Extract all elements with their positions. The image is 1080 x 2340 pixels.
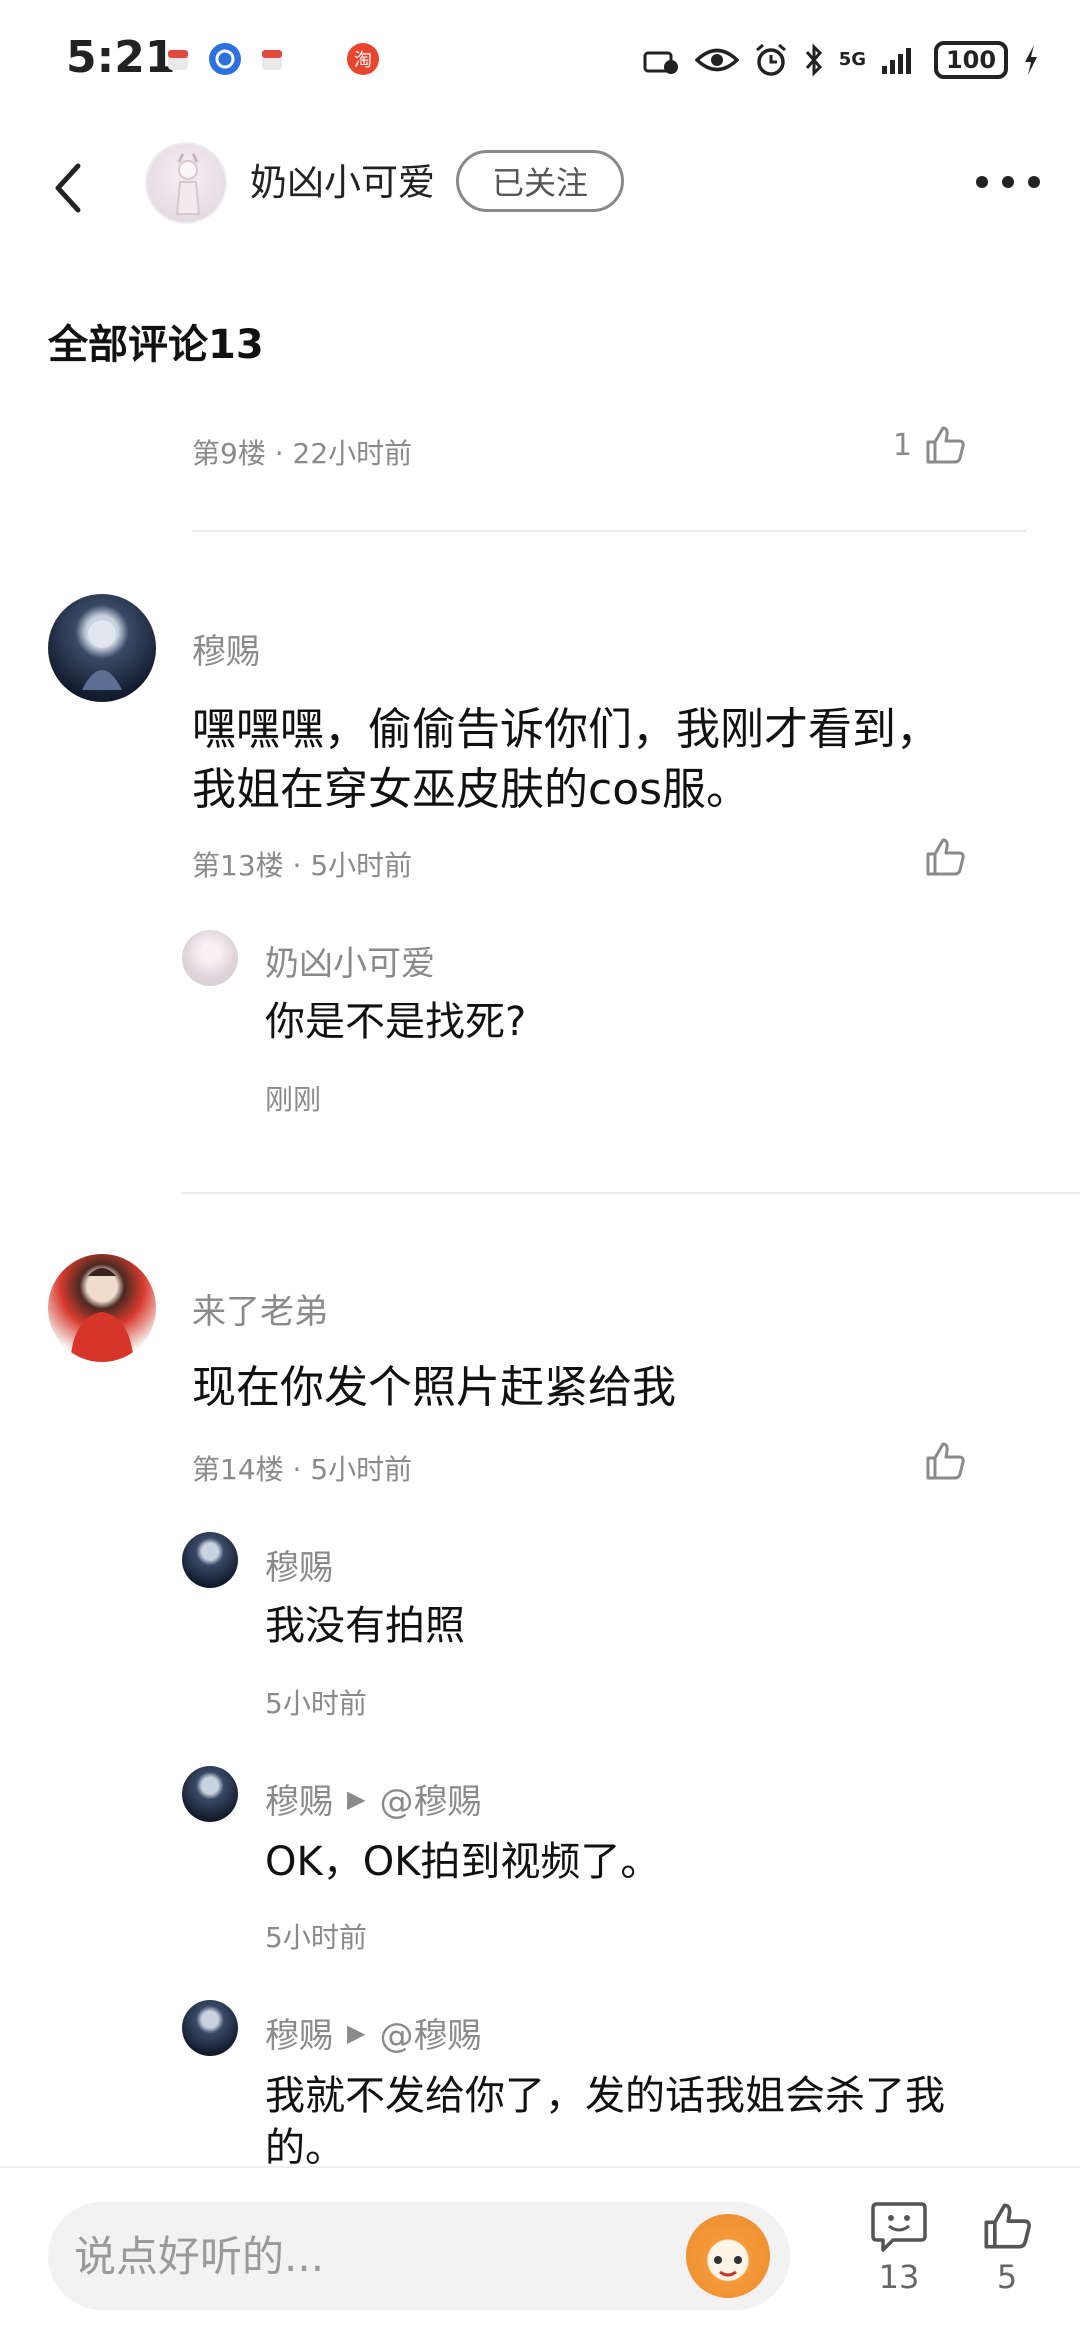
status-bar: 5:21 淘 5G 100 — [0, 0, 1080, 120]
reply-avatar[interactable] — [182, 2000, 238, 2056]
thumbs-up-icon — [984, 2203, 1031, 2249]
bottom-bar: 13 5 — [0, 2166, 1080, 2340]
comment-content: 现在你发个照片赶紧给我 — [192, 1362, 676, 1413]
author-avatar[interactable] — [145, 142, 227, 224]
comments-section-title: 全部评论13 — [48, 322, 264, 368]
commenter-name[interactable]: 来了老弟 — [192, 1284, 328, 1333]
thumbs-up-icon — [926, 426, 965, 464]
reply-name[interactable]: 穆赐 — [265, 1540, 333, 1589]
reply-to-arrow-icon: ▶ — [347, 2018, 366, 2047]
svg-text:淘: 淘 — [354, 50, 372, 71]
reply-to-arrow-icon: ▶ — [347, 1784, 366, 1813]
comment-input-box[interactable] — [48, 2202, 790, 2310]
back-arrow-icon[interactable] — [44, 158, 94, 218]
reply-header: 穆赐 ▶ @穆赐 — [265, 2008, 481, 2057]
eye-icon — [694, 48, 739, 72]
reply-avatar[interactable] — [182, 1532, 238, 1588]
reply-content: OK，OK拍到视频了。 — [265, 1839, 661, 1885]
comment-like-button[interactable] — [922, 1438, 968, 1484]
commenter-avatar[interactable] — [48, 1254, 156, 1362]
comment-divider — [182, 1192, 1080, 1194]
bluetooth-icon — [805, 43, 822, 77]
vpn-icon — [643, 51, 678, 74]
comment-meta: 第9楼 · 22小时前 — [192, 437, 413, 470]
comment-count-button[interactable]: 13 — [864, 2198, 934, 2296]
reply-to-user[interactable]: @穆赐 — [379, 1774, 481, 1823]
reply-name[interactable]: 穆赐 — [265, 2008, 333, 2057]
top-header: 奶凶小可爱 已关注 — [0, 130, 1080, 240]
network-type: 5G — [838, 49, 866, 70]
thumbs-up-icon — [926, 1442, 965, 1480]
reply-name[interactable]: 奶凶小可爱 — [265, 936, 435, 985]
post-like-button[interactable]: 5 — [972, 2198, 1042, 2296]
thumbs-up-icon — [926, 838, 965, 876]
comment-count: 13 — [878, 2258, 920, 2296]
emoji-sticker-icon[interactable] — [686, 2214, 770, 2298]
reply-time: 刚刚 — [265, 1083, 322, 1116]
reply-content: 我就不发给你了，发的话我姐会杀了我的。 — [265, 2073, 945, 2171]
reply-time: 5小时前 — [265, 1687, 367, 1720]
reply-avatar[interactable] — [182, 930, 238, 986]
commenter-avatar[interactable] — [48, 594, 156, 702]
reply-to-user[interactable]: @穆赐 — [379, 2008, 481, 2057]
reply-header: 穆赐 ▶ @穆赐 — [265, 1774, 481, 1823]
comment-content: 嘿嘿嘿，偷偷告诉你们，我刚才看到，我姐在穿女巫皮肤的cos服。 — [192, 704, 940, 815]
comment-like-button[interactable] — [922, 834, 968, 880]
reply-avatar[interactable] — [182, 1766, 238, 1822]
commenter-name[interactable]: 穆赐 — [192, 624, 260, 673]
comment-meta: 第14楼 · 5小时前 — [192, 1453, 413, 1486]
notification-app-icon — [168, 50, 188, 70]
notification-app-icon — [262, 50, 282, 70]
more-options-icon[interactable] — [976, 170, 1040, 194]
reply-time: 5小时前 — [265, 1921, 367, 1954]
comment-meta: 第13楼 · 5小时前 — [192, 849, 413, 882]
author-name[interactable]: 奶凶小可爱 — [250, 152, 435, 206]
status-time: 5:21 — [66, 32, 176, 83]
reply-name[interactable]: 穆赐 — [265, 1774, 333, 1823]
signal-icon — [882, 48, 911, 74]
like-count: 5 — [996, 2258, 1018, 2296]
charging-icon — [1025, 45, 1037, 75]
reply-content: 我没有拍照 — [265, 1603, 465, 1649]
follow-button[interactable]: 已关注 — [456, 150, 624, 212]
comment-like-button[interactable]: 1 — [893, 422, 968, 468]
status-icons: 5G 100 — [641, 38, 1040, 82]
like-count: 1 — [892, 427, 912, 463]
battery-level: 100 — [934, 41, 1008, 79]
comment-bubble-icon — [871, 2202, 927, 2252]
comment-divider — [192, 530, 1026, 532]
reply-content: 你是不是找死? — [265, 999, 527, 1045]
alarm-icon — [755, 43, 786, 76]
notification-taobao-icon: 淘 — [347, 43, 379, 75]
comment-input[interactable] — [74, 2202, 694, 2310]
notification-browser-icon — [209, 43, 241, 75]
